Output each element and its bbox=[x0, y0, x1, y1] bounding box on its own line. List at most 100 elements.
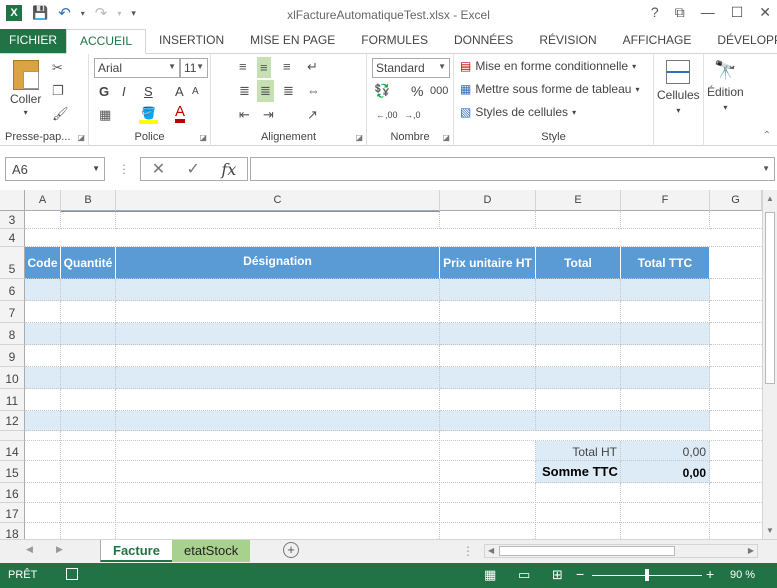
row-header-4[interactable]: 4 bbox=[0, 229, 25, 247]
total-ht-label[interactable]: Total HT bbox=[536, 441, 621, 461]
thousands-button[interactable]: 000 bbox=[430, 85, 448, 97]
number-format-combo[interactable]: Standard ▼ bbox=[372, 58, 450, 78]
table-cell[interactable] bbox=[25, 389, 61, 411]
tab-donnees[interactable]: DONNÉES bbox=[441, 29, 526, 53]
cancel-icon[interactable]: ✕ bbox=[152, 159, 165, 179]
table-cell[interactable] bbox=[61, 301, 116, 323]
fill-color-button[interactable]: 🪣 bbox=[139, 106, 158, 124]
table-cell[interactable] bbox=[536, 389, 621, 411]
tab-accueil[interactable]: ACCUEIL bbox=[66, 29, 147, 54]
paste-button[interactable]: Coller ▾ bbox=[10, 60, 41, 117]
table-cell[interactable] bbox=[440, 367, 536, 389]
tab-fichier[interactable]: FICHIER bbox=[0, 29, 66, 53]
table-cell[interactable] bbox=[536, 279, 621, 301]
sheet-scroll-right-icon[interactable]: ▶ bbox=[56, 544, 63, 555]
row-header-9[interactable]: 9 bbox=[0, 345, 25, 367]
table-cell[interactable] bbox=[621, 345, 710, 367]
cell[interactable] bbox=[710, 323, 762, 345]
cut-icon[interactable]: ✂ bbox=[52, 60, 63, 76]
table-cell[interactable] bbox=[621, 367, 710, 389]
align-center-icon[interactable]: ≣ bbox=[257, 80, 274, 102]
conditional-formatting-button[interactable]: ▤ Mise en forme conditionnelle ▾ bbox=[460, 59, 636, 73]
somme-ttc-label[interactable]: Somme TTC bbox=[536, 461, 621, 483]
align-middle-icon[interactable]: ≡ bbox=[257, 57, 271, 78]
cell[interactable] bbox=[61, 211, 116, 229]
tab-developpeur[interactable]: DÉVELOPPEUR bbox=[704, 29, 777, 53]
table-cell[interactable] bbox=[536, 323, 621, 345]
name-box[interactable]: A6 ▼ bbox=[5, 157, 105, 181]
table-cell[interactable] bbox=[116, 301, 440, 323]
help-icon[interactable]: ? bbox=[651, 4, 659, 21]
enter-icon[interactable]: ✓ bbox=[187, 159, 200, 179]
table-cell[interactable] bbox=[440, 323, 536, 345]
copy-icon[interactable]: ❐ bbox=[52, 83, 64, 99]
table-cell[interactable] bbox=[25, 279, 61, 301]
scroll-right-icon[interactable]: ▶ bbox=[748, 546, 754, 555]
header-cell-total[interactable]: Total bbox=[536, 247, 621, 279]
align-top-icon[interactable]: ≡ bbox=[239, 59, 247, 74]
cell[interactable] bbox=[25, 503, 762, 523]
table-cell[interactable] bbox=[440, 411, 536, 431]
grow-font-button[interactable]: A bbox=[175, 84, 184, 99]
somme-ttc-value[interactable]: 0,00 bbox=[621, 461, 710, 483]
sheet-scroll-left-icon[interactable]: ◀ bbox=[26, 544, 33, 555]
close-icon[interactable]: ✕ bbox=[759, 4, 771, 21]
row-header-15[interactable]: 15 bbox=[0, 461, 25, 483]
percent-button[interactable]: % bbox=[411, 83, 423, 99]
cell[interactable] bbox=[710, 247, 762, 279]
row-header-10[interactable]: 10 bbox=[0, 367, 25, 389]
header-cell-prix-unitaire[interactable]: Prix unitaire HT bbox=[440, 247, 536, 279]
font-color-button[interactable]: A bbox=[175, 104, 186, 123]
cell-styles-button[interactable]: ▧ Styles de cellules ▾ bbox=[460, 105, 576, 119]
scroll-left-icon[interactable]: ◀ bbox=[488, 546, 494, 555]
cell[interactable] bbox=[25, 461, 536, 483]
row-header-16[interactable]: 16 bbox=[0, 483, 25, 503]
format-painter-icon[interactable]: 🖌 bbox=[52, 106, 69, 122]
table-cell[interactable] bbox=[621, 279, 710, 301]
cell[interactable] bbox=[536, 211, 621, 229]
currency-icon[interactable]: 💱 bbox=[374, 83, 390, 99]
table-cell[interactable] bbox=[116, 279, 440, 301]
decrease-decimal-button[interactable]: →,0 bbox=[404, 110, 421, 120]
row-header-11[interactable]: 11 bbox=[0, 389, 25, 411]
page-break-view-icon[interactable]: ⊞ bbox=[552, 567, 563, 583]
worksheet-grid[interactable]: A B C D E F G 3 4 5 6 7 8 9 10 11 12 13 … bbox=[0, 190, 762, 539]
table-cell[interactable] bbox=[621, 301, 710, 323]
table-cell[interactable] bbox=[621, 389, 710, 411]
bold-button[interactable]: G bbox=[99, 84, 109, 99]
cell[interactable] bbox=[710, 279, 762, 301]
minimize-icon[interactable]: — bbox=[701, 4, 715, 21]
horizontal-scroll-thumb[interactable] bbox=[499, 546, 675, 556]
maximize-icon[interactable]: ☐ bbox=[731, 4, 744, 21]
table-cell[interactable] bbox=[25, 301, 61, 323]
row-header-8[interactable]: 8 bbox=[0, 323, 25, 345]
collapse-ribbon-icon[interactable]: ⌃ bbox=[763, 130, 771, 141]
row-header-17[interactable]: 17 bbox=[0, 503, 25, 523]
table-cell[interactable] bbox=[116, 367, 440, 389]
table-cell[interactable] bbox=[25, 323, 61, 345]
sheet-tab-facture[interactable]: Facture bbox=[100, 540, 173, 562]
italic-button[interactable]: I bbox=[122, 84, 126, 99]
editing-button[interactable]: 🔭 Édition ▾ bbox=[707, 60, 744, 112]
cell[interactable] bbox=[710, 389, 762, 411]
decrease-indent-icon[interactable]: ⇤ bbox=[239, 107, 250, 123]
new-sheet-icon[interactable]: + bbox=[283, 542, 299, 558]
table-cell[interactable] bbox=[61, 345, 116, 367]
increase-decimal-button[interactable]: ←,00 bbox=[376, 110, 398, 120]
expand-formula-icon[interactable]: ▼ bbox=[762, 164, 770, 173]
table-cell[interactable] bbox=[440, 345, 536, 367]
column-header-b[interactable]: B bbox=[61, 190, 116, 211]
cell[interactable] bbox=[710, 301, 762, 323]
column-header-d[interactable]: D bbox=[440, 190, 536, 211]
table-cell[interactable] bbox=[536, 301, 621, 323]
zoom-level[interactable]: 90 % bbox=[730, 569, 755, 581]
table-cell[interactable] bbox=[25, 411, 61, 431]
table-cell[interactable] bbox=[61, 279, 116, 301]
formula-input[interactable]: ▼ bbox=[250, 157, 775, 181]
vertical-scrollbar[interactable]: ▲ ▼ bbox=[762, 190, 777, 539]
chevron-down-icon[interactable]: ▼ bbox=[92, 164, 100, 173]
row-header-12[interactable]: 12 bbox=[0, 411, 25, 431]
horizontal-scrollbar[interactable]: ◀ ▶ bbox=[484, 544, 758, 558]
tabs-grip-icon[interactable]: ⋮ bbox=[462, 544, 474, 558]
format-as-table-button[interactable]: ▦ Mettre sous forme de tableau ▾ bbox=[460, 82, 639, 96]
